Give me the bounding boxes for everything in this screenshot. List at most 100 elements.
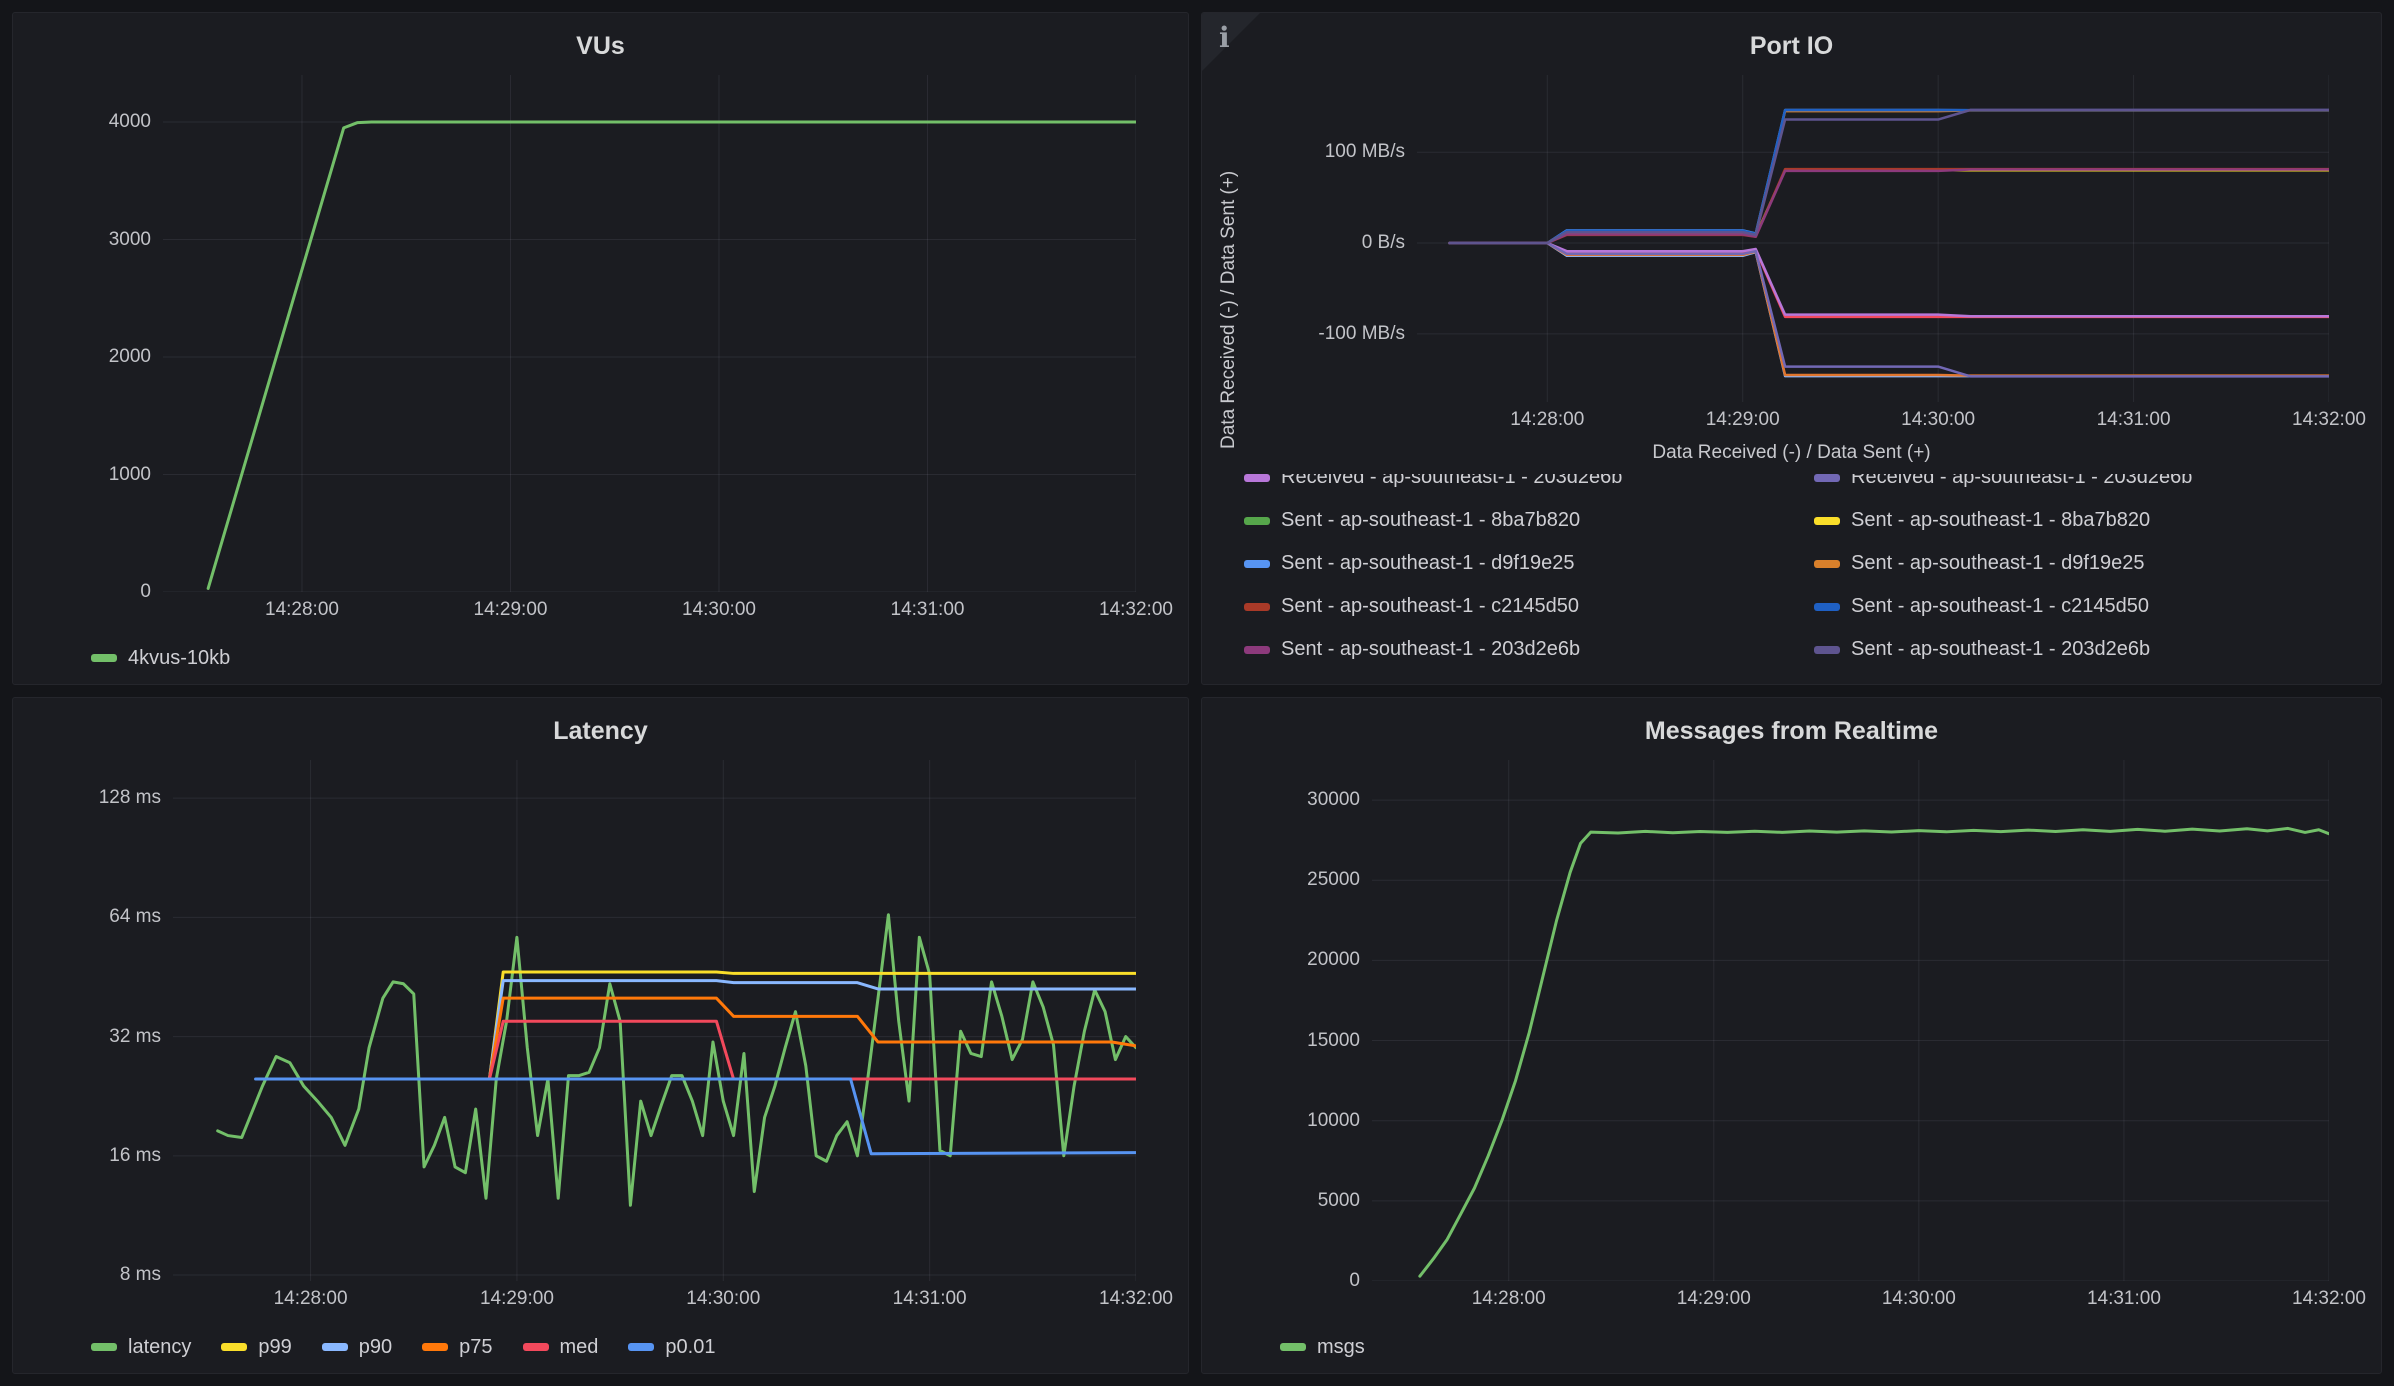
legend-item[interactable]: Received - ap-southeast-1 - 203d2e6b bbox=[1814, 474, 2381, 489]
legend-swatch bbox=[1814, 646, 1840, 654]
legend-item[interactable]: Received - ap-southeast-1 - 203d2e6b bbox=[1244, 474, 1814, 489]
legend-swatch bbox=[628, 1343, 654, 1351]
panel-title[interactable]: Messages from Realtime bbox=[1202, 698, 2381, 760]
x-tick-label: 14:31:00 bbox=[893, 1288, 967, 1310]
series-line bbox=[489, 998, 1136, 1079]
series-line bbox=[1450, 110, 2329, 243]
x-axis-label: Data Received (-) / Data Sent (+) bbox=[1202, 442, 2381, 474]
vus-chart-area[interactable] bbox=[163, 75, 1136, 592]
legend-swatch bbox=[1814, 603, 1840, 611]
vus-chart-canvas bbox=[163, 75, 1136, 592]
x-tick-label: 14:28:00 bbox=[265, 599, 339, 621]
legend-item[interactable]: p0.01 bbox=[628, 1336, 715, 1359]
x-tick-label: 14:28:00 bbox=[1472, 1288, 1546, 1310]
panel-port-io: i Port IO Data Received (-) / Data Sent … bbox=[1201, 12, 2382, 685]
legend-item[interactable]: p90 bbox=[322, 1336, 392, 1359]
legend-item-label: msgs bbox=[1317, 1336, 1365, 1359]
x-tick-label: 14:30:00 bbox=[1901, 409, 1975, 431]
legend-item-label: Sent - ap-southeast-1 - 8ba7b820 bbox=[1281, 509, 1580, 532]
legend-item[interactable]: Sent - ap-southeast-1 - d9f19e25 bbox=[1814, 552, 2381, 575]
legend-swatch bbox=[91, 654, 117, 662]
x-tick-label: 14:28:00 bbox=[274, 1288, 348, 1310]
x-axis: 14:28:0014:29:0014:30:0014:31:0014:32:00 bbox=[1417, 402, 2329, 442]
legend-swatch bbox=[1814, 517, 1840, 525]
legend-swatch bbox=[322, 1343, 348, 1351]
legend-item[interactable]: Sent - ap-southeast-1 - 203d2e6b bbox=[1244, 638, 1814, 661]
x-tick-label: 14:28:00 bbox=[1510, 409, 1584, 431]
series-line bbox=[1450, 110, 2329, 243]
y-tick-label: 25000 bbox=[1307, 869, 1360, 891]
panel-title[interactable]: Port IO bbox=[1202, 13, 2381, 75]
legend-item-label: Received - ap-southeast-1 - 203d2e6b bbox=[1281, 474, 1622, 489]
y-axis: 300002500020000150001000050000 bbox=[1202, 760, 1372, 1281]
legend-swatch bbox=[1244, 560, 1270, 568]
y-tick-label: 2000 bbox=[109, 346, 151, 368]
y-tick-label: 10000 bbox=[1307, 1110, 1360, 1132]
legend-item-label: p99 bbox=[258, 1336, 291, 1359]
x-tick-label: 14:30:00 bbox=[1882, 1288, 1956, 1310]
panel-info-corner[interactable] bbox=[1202, 13, 1260, 71]
x-tick-label: 14:29:00 bbox=[1677, 1288, 1751, 1310]
legend-item[interactable]: Sent - ap-southeast-1 - 8ba7b820 bbox=[1814, 509, 2381, 532]
legend-item[interactable]: Sent - ap-southeast-1 - 203d2e6b bbox=[1814, 638, 2381, 661]
panel-vus: VUs 01000200030004000 14:28:0014:29:0014… bbox=[12, 12, 1189, 685]
series-line bbox=[1450, 110, 2329, 243]
legend-swatch bbox=[1814, 474, 1840, 482]
port-io-chart-area[interactable] bbox=[1417, 75, 2329, 402]
y-tick-label: 4000 bbox=[109, 111, 151, 133]
y-tick-label: -100 MB/s bbox=[1318, 323, 1405, 345]
y-tick-label: 64 ms bbox=[109, 906, 161, 928]
legend: msgs bbox=[1202, 1321, 2381, 1373]
legend-item-label: Sent - ap-southeast-1 - c2145d50 bbox=[1281, 595, 1579, 618]
legend-item[interactable]: Sent - ap-southeast-1 - c2145d50 bbox=[1814, 595, 2381, 618]
panel-title[interactable]: VUs bbox=[13, 13, 1188, 75]
legend-item-label: 4kvus-10kb bbox=[128, 647, 230, 670]
legend-item[interactable]: latency bbox=[91, 1336, 191, 1359]
latency-chart-area[interactable] bbox=[173, 760, 1136, 1281]
legend-swatch bbox=[1244, 474, 1270, 482]
series-line bbox=[1450, 110, 2329, 243]
y-axis: 128 ms64 ms32 ms16 ms8 ms bbox=[13, 760, 173, 1281]
y-tick-label: 100 MB/s bbox=[1325, 141, 1405, 163]
y-tick-label: 0 bbox=[1349, 1270, 1360, 1292]
y-tick-label: 32 ms bbox=[109, 1026, 161, 1048]
legend-item-label: med bbox=[560, 1336, 599, 1359]
legend: latency p99 p90 p75 med p0.01 bbox=[13, 1321, 1188, 1373]
legend-item[interactable]: Sent - ap-southeast-1 - d9f19e25 bbox=[1244, 552, 1814, 575]
legend-item-label: Received - ap-southeast-1 - 203d2e6b bbox=[1851, 474, 2192, 489]
legend-swatch bbox=[1814, 560, 1840, 568]
legend-swatch bbox=[221, 1343, 247, 1351]
x-tick-label: 14:32:00 bbox=[1099, 1288, 1173, 1310]
y-tick-label: 16 ms bbox=[109, 1145, 161, 1167]
legend-item[interactable]: Sent - ap-southeast-1 - 8ba7b820 bbox=[1244, 509, 1814, 532]
messages-chart-canvas bbox=[1372, 760, 2329, 1281]
legend-item-label: Sent - ap-southeast-1 - d9f19e25 bbox=[1851, 552, 2145, 575]
y-tick-label: 0 bbox=[140, 581, 151, 603]
x-tick-label: 14:29:00 bbox=[474, 599, 548, 621]
legend-item[interactable]: Sent - ap-southeast-1 - c2145d50 bbox=[1244, 595, 1814, 618]
y-axis: 100 MB/s0 B/s-100 MB/s bbox=[1202, 75, 1417, 402]
legend-item[interactable]: med bbox=[523, 1336, 599, 1359]
series-line bbox=[1450, 243, 2329, 376]
panel-title[interactable]: Latency bbox=[13, 698, 1188, 760]
y-tick-label: 128 ms bbox=[99, 787, 161, 809]
x-tick-label: 14:30:00 bbox=[682, 599, 756, 621]
x-axis: 14:28:0014:29:0014:30:0014:31:0014:32:00 bbox=[1372, 1281, 2329, 1321]
legend-item-label: Sent - ap-southeast-1 - d9f19e25 bbox=[1281, 552, 1575, 575]
legend-swatch bbox=[523, 1343, 549, 1351]
series-line bbox=[1450, 243, 2329, 376]
legend-swatch bbox=[1280, 1343, 1306, 1351]
x-tick-label: 14:32:00 bbox=[1099, 599, 1173, 621]
x-tick-label: 14:32:00 bbox=[2292, 1288, 2366, 1310]
series-line bbox=[218, 915, 1136, 1206]
legend-item[interactable]: msgs bbox=[1280, 1336, 1365, 1359]
legend-item[interactable]: p75 bbox=[422, 1336, 492, 1359]
panel-messages: Messages from Realtime 30000250002000015… bbox=[1201, 697, 2382, 1374]
panel-latency: Latency 128 ms64 ms32 ms16 ms8 ms 14:28:… bbox=[12, 697, 1189, 1374]
legend-item[interactable]: p99 bbox=[221, 1336, 291, 1359]
y-tick-label: 15000 bbox=[1307, 1030, 1360, 1052]
y-tick-label: 5000 bbox=[1318, 1190, 1360, 1212]
legend-item[interactable]: 4kvus-10kb bbox=[91, 647, 230, 670]
legend-scroll-viewport[interactable]: Received - ap-southeast-1 - 203d2e6b Sent… bbox=[1202, 474, 2381, 684]
messages-chart-area[interactable] bbox=[1372, 760, 2329, 1281]
